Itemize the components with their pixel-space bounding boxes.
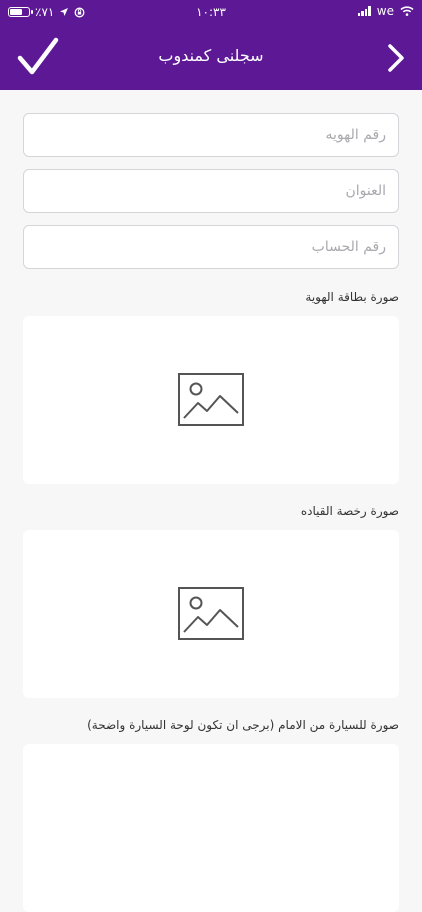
app-header: سجلنى كمندوب [0,26,422,90]
id-card-photo-upload[interactable] [23,316,399,484]
license-photo-upload[interactable] [23,530,399,698]
status-right: we [357,4,414,18]
car-front-photo-upload[interactable] [23,744,399,912]
chevron-right-icon [388,44,404,72]
account-number-field[interactable] [23,225,399,269]
id-number-field[interactable] [23,113,399,157]
address-field[interactable] [23,169,399,213]
image-placeholder-icon [178,587,244,640]
license-photo-label: صورة رخصة القياده [300,504,399,518]
car-front-photo-label: صورة للسيارة من الامام (برجى ان تكون لوح… [87,718,399,732]
image-placeholder-icon [178,373,244,426]
page-title: سجلنى كمندوب [158,46,264,65]
signal-icon [357,6,371,16]
forward-button[interactable] [384,40,408,76]
status-bar: ٪٧١ ١٠:٣٣ we [0,0,422,26]
carrier-name: we [376,4,394,18]
wifi-icon [400,6,414,16]
id-card-photo-label: صورة بطاقة الهوية [305,290,399,304]
